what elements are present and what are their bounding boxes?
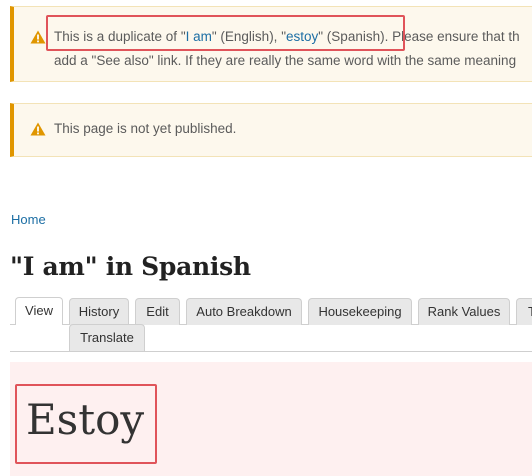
breadcrumb-home[interactable]: Home — [11, 212, 46, 227]
duplicate-suffix: Please ensure that th — [388, 29, 520, 44]
word-heading: Estoy — [26, 395, 145, 444]
warning-icon — [30, 30, 46, 44]
unpublished-notice: This page is not yet published. — [10, 103, 532, 157]
tab-history[interactable]: History — [69, 298, 129, 325]
tab-auto-breakdown[interactable]: Auto Breakdown — [186, 298, 302, 325]
duplicate-notice-line2: add a "See also" link. If they are reall… — [54, 53, 517, 68]
duplicate-middle1: " (English), " — [211, 29, 286, 44]
duplicate-notice-line1: This is a duplicate of "I am" (English),… — [54, 29, 520, 44]
link-i-am[interactable]: I am — [186, 29, 212, 44]
warning-icon — [30, 122, 46, 136]
tab-housekeeping[interactable]: Housekeeping — [308, 298, 412, 325]
duplicate-warning-notice: This is a duplicate of "I am" (English),… — [10, 6, 532, 82]
page-title: "I am" in Spanish — [10, 252, 251, 281]
tab-rank-values[interactable]: Rank Values — [418, 298, 510, 325]
tabs-divider-secondary — [10, 351, 532, 352]
tab-edit[interactable]: Edit — [135, 298, 180, 325]
unpublished-text: This page is not yet published. — [54, 121, 237, 136]
tab-truncated[interactable]: T — [516, 298, 532, 325]
tab-translate[interactable]: Translate — [69, 324, 145, 351]
duplicate-prefix: This is a duplicate of " — [54, 29, 186, 44]
duplicate-middle2: " (Spanish). — [318, 29, 389, 44]
tab-view[interactable]: View — [15, 297, 63, 325]
link-estoy[interactable]: estoy — [286, 29, 318, 44]
